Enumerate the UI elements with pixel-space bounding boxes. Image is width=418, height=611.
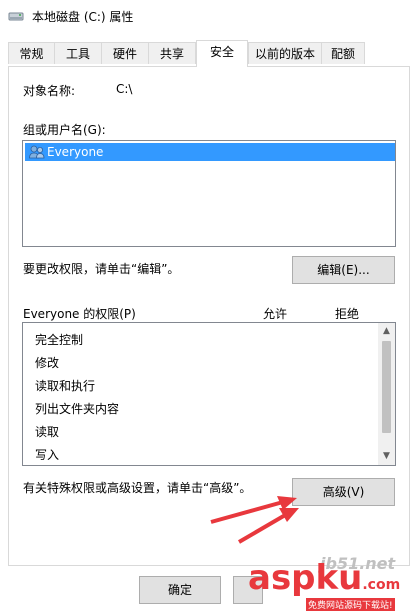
permissions-allow-header: 允许 [263, 307, 288, 321]
annotation-arrows [210, 496, 299, 544]
permission-full-control: 完全控制 [35, 333, 84, 347]
object-name-value: C:\ [116, 82, 133, 96]
tab-tools[interactable]: 工具 [54, 42, 102, 64]
permissions-list[interactable]: 完全控制 修改 读取和执行 列出文件夹内容 读取 写入 ▲ ▼ [22, 322, 396, 466]
watermark-caption: 免费网站源码下载站! [306, 598, 395, 611]
users-icon [29, 145, 45, 159]
permission-list-folder: 列出文件夹内容 [35, 402, 120, 416]
tab-hardware[interactable]: 硬件 [101, 42, 149, 64]
scroll-up-icon[interactable]: ▲ [378, 323, 395, 340]
drive-icon [8, 12, 24, 21]
watermark-brand: aspku [248, 558, 363, 598]
permissions-header: Everyone 的权限(P) [23, 307, 136, 321]
tab-previous-versions[interactable]: 以前的版本 [248, 42, 322, 64]
permission-read-execute: 读取和执行 [35, 379, 96, 393]
tab-security[interactable]: 安全 [196, 40, 248, 67]
tab-strip: 常规 工具 硬件 共享 安全 以前的版本 配额 [0, 40, 418, 67]
permissions-scrollbar[interactable]: ▲ ▼ [378, 323, 395, 465]
permission-write: 写入 [35, 448, 60, 462]
tab-general[interactable]: 常规 [8, 42, 55, 64]
ok-button[interactable]: 确定 [139, 576, 221, 604]
scroll-thumb[interactable] [382, 341, 391, 433]
title-bar: 本地磁盘 (C:) 属性 [0, 0, 418, 32]
group-user-label: 组或用户名(G): [23, 123, 106, 137]
tab-quota[interactable]: 配额 [321, 42, 365, 64]
scroll-down-icon[interactable]: ▼ [378, 448, 395, 465]
watermark-logo: aspku.com [248, 560, 418, 600]
permission-modify: 修改 [35, 356, 60, 370]
list-item-label: Everyone [47, 145, 104, 159]
group-user-list[interactable]: Everyone [22, 140, 396, 247]
edit-hint: 要更改权限，请单击“编辑”。 [23, 262, 180, 276]
watermark-suffix: .com [362, 577, 401, 593]
permissions-deny-header: 拒绝 [335, 307, 360, 321]
window-title: 本地磁盘 (C:) 属性 [32, 10, 134, 24]
permission-read: 读取 [35, 425, 60, 439]
tab-sharing[interactable]: 共享 [148, 42, 196, 64]
advanced-button[interactable]: 高级(V) [292, 478, 395, 506]
edit-button[interactable]: 编辑(E)... [292, 256, 395, 284]
object-name-label: 对象名称: [23, 84, 76, 98]
list-item-everyone[interactable]: Everyone [25, 143, 395, 161]
